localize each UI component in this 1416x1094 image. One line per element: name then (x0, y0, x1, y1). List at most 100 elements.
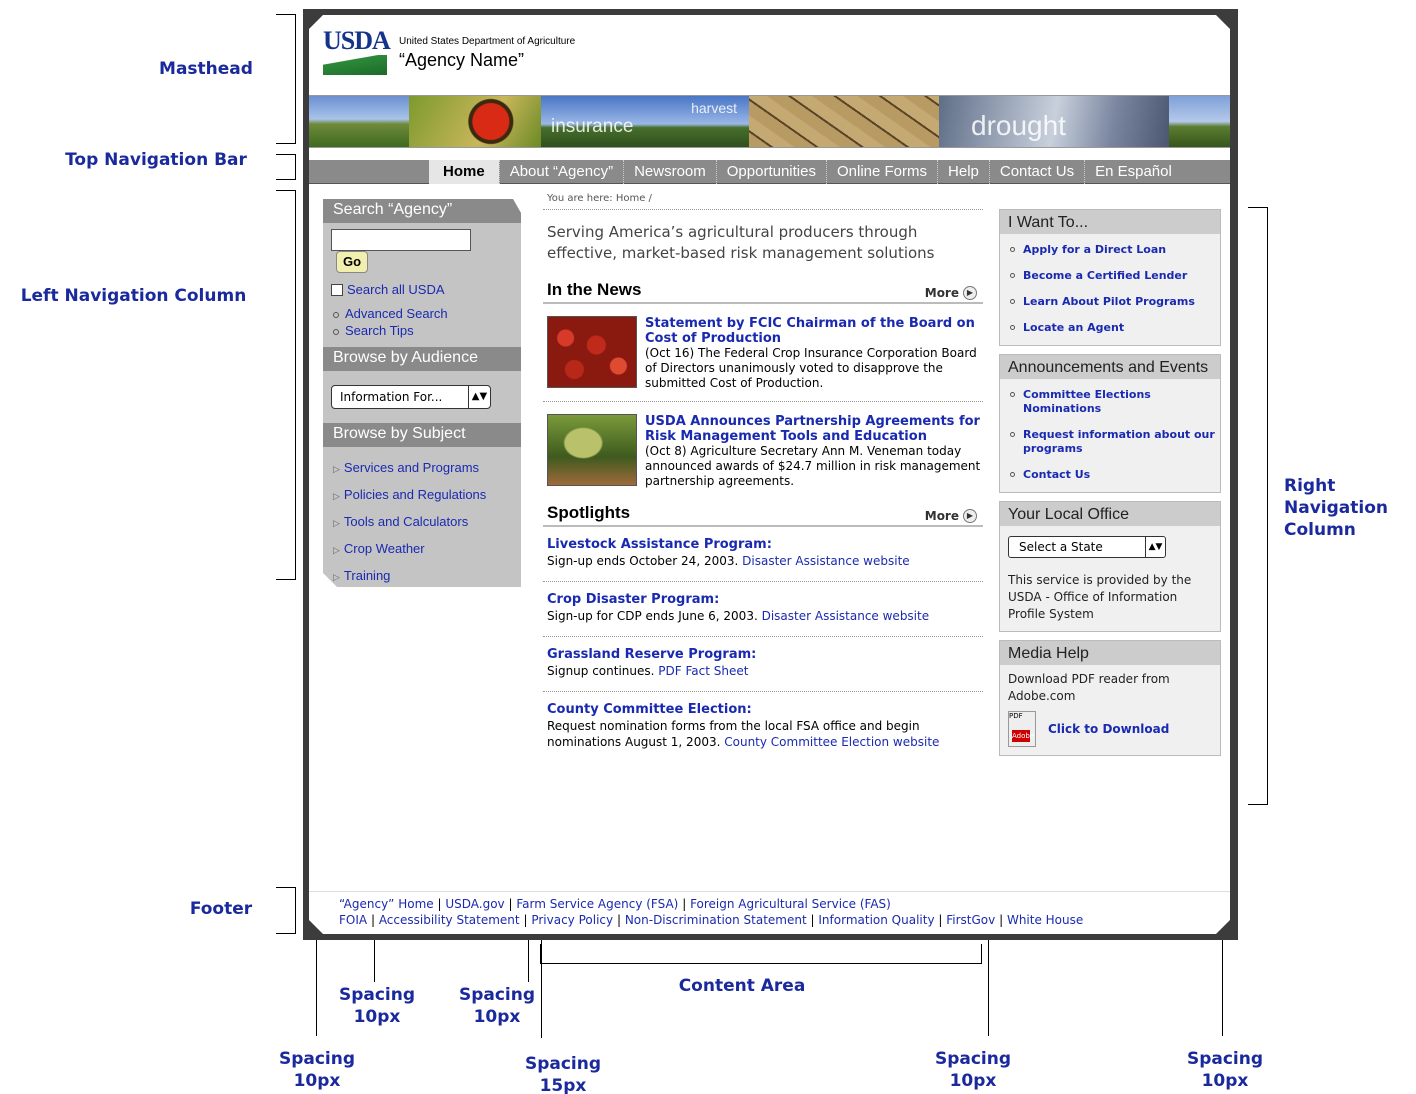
spotlight-link[interactable]: PDF Fact Sheet (658, 664, 748, 678)
nav-help[interactable]: Help (937, 160, 989, 184)
search-input[interactable] (331, 229, 471, 251)
footer-link[interactable]: Non-Discrimination Statement (625, 913, 807, 927)
annotation-spacing: Spacing 10px (450, 984, 544, 1028)
subject-link-policies[interactable]: ▷ Policies and Regulations (333, 482, 521, 509)
bullet-icon (1010, 325, 1015, 330)
spotlight-link[interactable]: Disaster Assistance website (762, 609, 930, 623)
news-title-link[interactable]: Statement by FCIC Chairman of the Board … (645, 316, 983, 346)
news-title-link[interactable]: USDA Announces Partnership Agreements fo… (645, 414, 983, 444)
local-office-heading: Your Local Office (1000, 502, 1220, 526)
want-label: Apply for a Direct Loan (1023, 243, 1167, 256)
browse-subject-heading: Browse by Subject (323, 423, 521, 447)
divider (543, 209, 983, 210)
pdf-icon[interactable]: PDF Adobe (1008, 711, 1036, 747)
select-arrows-icon: ▲▼ (1145, 537, 1165, 557)
nav-about[interactable]: About “Agency” (498, 160, 623, 184)
right-navigation-column: I Want To... Apply for a Direct Loan Bec… (999, 209, 1221, 764)
nav-newsroom[interactable]: Newsroom (623, 160, 716, 184)
nav-online-forms[interactable]: Online Forms (825, 160, 937, 184)
search-all-usda-label: Search all USDA (347, 282, 445, 297)
want-link[interactable]: Become a Certified Lender (1010, 266, 1220, 292)
page-frame: USDA United States Department of Agricul… (303, 9, 1238, 940)
banner-image: harvest insurance drought (309, 95, 1230, 148)
state-select[interactable]: Select a State ▲▼ (1008, 536, 1166, 558)
spacing-value: 10px (473, 1007, 521, 1027)
rightnav-bracket (1248, 207, 1268, 805)
search-tips-link[interactable]: Search Tips (333, 322, 521, 339)
nav-en-espanol[interactable]: En Español (1084, 160, 1182, 184)
office-note: This service is provided by the USDA - O… (1008, 573, 1192, 621)
pdf-icon-text: PDF (1009, 712, 1023, 720)
triangle-right-icon: ▷ (333, 491, 340, 501)
news-image-apples (547, 316, 637, 388)
bullet-icon (333, 312, 339, 318)
spotlight-item: Grassland Reserve Program: Signup contin… (543, 637, 983, 692)
spotlight-title-link[interactable]: County Committee Election: (547, 702, 983, 718)
more-label: More (924, 286, 959, 300)
want-label: Become a Certified Lender (1023, 269, 1188, 282)
footer-link[interactable]: USDA.gov (445, 897, 504, 911)
news-more-link[interactable]: More ▶ (925, 286, 977, 300)
footer-link[interactable]: FOIA (339, 913, 367, 927)
nav-contact-us[interactable]: Contact Us (988, 160, 1084, 184)
advanced-search-link[interactable]: Advanced Search (333, 305, 521, 322)
news-heading: In the News (547, 280, 642, 299)
spotlight-link[interactable]: Disaster Assistance website (742, 554, 910, 568)
announcements-heading: Announcements and Events (1000, 355, 1220, 379)
annotation-spacing: Spacing 10px (330, 984, 424, 1028)
breadcrumb: You are here: Home / (547, 193, 652, 204)
subject-link-services[interactable]: ▷ Services and Programs (333, 455, 521, 482)
search-all-usda-checkbox[interactable]: Search all USDA (331, 282, 521, 297)
spacing-label: Spacing (338, 985, 416, 1005)
spotlight-link[interactable]: County Committee Election website (724, 735, 939, 749)
footer-link[interactable]: Foreign Agricultural Service (FAS) (690, 897, 891, 911)
triangle-right-icon: ▷ (333, 464, 340, 474)
spacing-label: Spacing (934, 1049, 1012, 1069)
subject-link-crop-weather[interactable]: ▷ Crop Weather (333, 536, 521, 563)
go-button[interactable]: Go (336, 251, 368, 273)
footer-link[interactable]: Farm Service Agency (FSA) (516, 897, 678, 911)
news-item: Statement by FCIC Chairman of the Board … (543, 304, 983, 402)
spotlight-body: Signup continues. (547, 664, 655, 678)
spacing-value: 15px (539, 1076, 587, 1094)
search-form: Go (323, 223, 521, 273)
select-arrows-icon: ▲▼ (468, 386, 490, 408)
footer-link[interactable]: Information Quality (818, 913, 934, 927)
nav-home[interactable]: Home (429, 160, 499, 184)
nav-opportunities[interactable]: Opportunities (715, 160, 826, 184)
triangle-right-icon: ▷ (333, 572, 340, 582)
link-label: Search Tips (345, 323, 414, 338)
announcement-link[interactable]: Contact Us (1010, 465, 1220, 484)
footer-link[interactable]: FirstGov (946, 913, 995, 927)
checkbox-icon[interactable] (331, 283, 343, 296)
top-navigation-bar: Home About “Agency” Newsroom Opportuniti… (309, 160, 1230, 184)
annotation-left-nav: Left Navigation Column (20, 286, 247, 306)
audience-select[interactable]: Information For... ▲▼ (331, 385, 491, 409)
want-link[interactable]: Locate an Agent (1010, 318, 1220, 337)
spacing-value: 10px (293, 1071, 341, 1091)
content-bracket (540, 944, 982, 964)
want-link[interactable]: Apply for a Direct Loan (1010, 240, 1220, 266)
bullet-icon (1010, 273, 1015, 278)
footer-link[interactable]: “Agency” Home (339, 897, 434, 911)
footer-link[interactable]: Privacy Policy (531, 913, 613, 927)
annotation-masthead: Masthead (159, 59, 253, 79)
footer-link[interactable]: White House (1007, 913, 1083, 927)
announcement-link[interactable]: Request information about our programs (1010, 425, 1220, 465)
footer-link[interactable]: Accessibility Statement (379, 913, 520, 927)
spotlights-section-header: Spotlights More ▶ (543, 503, 983, 527)
spotlight-title-link[interactable]: Livestock Assistance Program: (547, 537, 983, 553)
leftnav-bracket (276, 190, 296, 580)
announcement-link[interactable]: Committee Elections Nominations (1010, 385, 1220, 425)
click-to-download-link[interactable]: Click to Download (1048, 722, 1169, 736)
usda-logo[interactable]: USDA (323, 28, 391, 75)
spotlight-title-link[interactable]: Grassland Reserve Program: (547, 647, 983, 663)
spotlights-more-link[interactable]: More ▶ (925, 509, 977, 523)
agency-name: “Agency Name” (399, 50, 525, 70)
spotlight-title-link[interactable]: Crop Disaster Program: (547, 592, 983, 608)
want-link[interactable]: Learn About Pilot Programs (1010, 292, 1220, 318)
subject-link-training[interactable]: ▷ Training (333, 563, 521, 587)
subject-link-tools[interactable]: ▷ Tools and Calculators (333, 509, 521, 536)
bullet-icon (1010, 247, 1015, 252)
news-section-header: In the News More ▶ (543, 280, 983, 304)
